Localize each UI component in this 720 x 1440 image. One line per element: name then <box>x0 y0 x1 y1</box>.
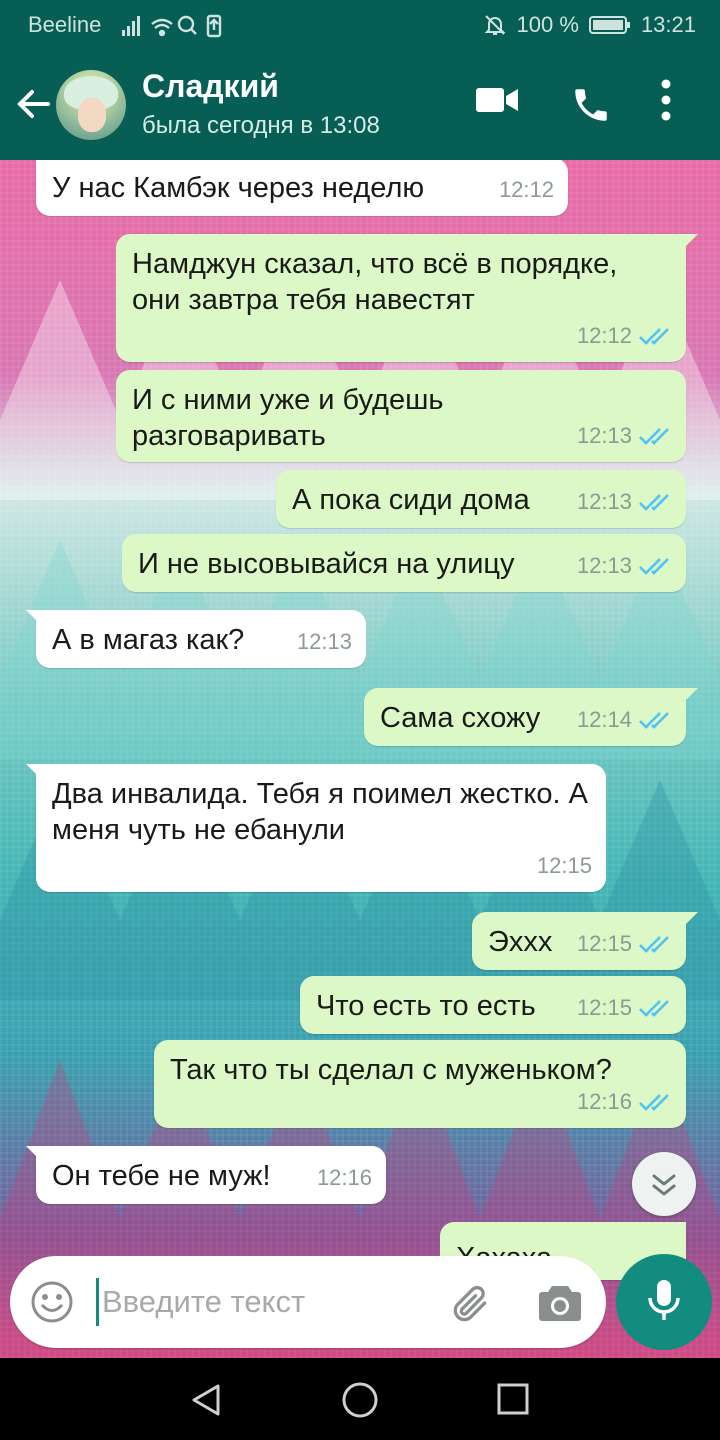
message-composer <box>10 1256 606 1348</box>
clock: 13:21 <box>640 12 696 37</box>
message-input[interactable] <box>102 1276 432 1328</box>
contact-name[interactable]: Сладкий <box>142 68 279 105</box>
carrier-name: Beeline <box>28 12 102 37</box>
double-check-icon <box>639 1000 669 1017</box>
message-time: 12:14 <box>576 707 632 732</box>
message-outgoing[interactable]: И не высовывайся на улицу 12:13 <box>122 534 686 592</box>
message-text: Эххх <box>488 926 553 958</box>
message-text: Намджун сказал, что всё в порядке, они з… <box>132 248 618 316</box>
message-text: И с ними уже и будешь разговаривать <box>132 384 444 452</box>
message-time: 12:15 <box>536 853 592 878</box>
message-text: Сама схожу <box>380 702 541 734</box>
smiley-icon <box>31 1281 73 1323</box>
message-time: 12:12 <box>498 177 554 202</box>
message-text: Так что ты сделал с муженьком? <box>170 1054 612 1086</box>
double-check-icon <box>639 1094 669 1111</box>
message-incoming[interactable]: У нас Камбэк через неделю 12:12 <box>36 160 568 216</box>
double-check-icon <box>639 328 669 345</box>
network-icons <box>122 14 232 38</box>
message-time: 12:16 <box>316 1165 372 1190</box>
double-check-icon <box>639 494 669 511</box>
nav-home-button[interactable] <box>340 1380 380 1425</box>
double-check-icon <box>639 558 669 575</box>
voice-call-button[interactable] <box>570 84 612 131</box>
message-incoming[interactable]: Он тебе не муж! 12:16 <box>26 1146 386 1204</box>
square-recents-icon <box>497 1383 529 1415</box>
message-text: А пока сиди дома <box>292 484 530 516</box>
battery-percent: 100 % <box>516 12 579 37</box>
contact-avatar[interactable] <box>56 70 126 140</box>
double-check-icon <box>639 936 669 953</box>
message-outgoing[interactable]: Что есть то есть 12:15 <box>300 976 686 1034</box>
system-navigation-bar <box>0 1358 720 1440</box>
message-outgoing[interactable]: И с ними уже и будешь разговаривать 12:1… <box>116 370 686 462</box>
status-bar: Beeline 100 % 13:21 <box>0 0 720 48</box>
message-time: 12:13 <box>576 489 632 514</box>
battery-icon <box>588 14 631 36</box>
back-arrow-icon <box>17 90 50 118</box>
camera-button[interactable] <box>538 1284 582 1327</box>
circle-home-icon <box>342 1382 378 1418</box>
nav-recents-button[interactable] <box>496 1382 530 1421</box>
voice-message-button[interactable] <box>616 1254 712 1350</box>
paperclip-icon <box>453 1285 487 1322</box>
message-incoming[interactable]: А в магаз как? 12:13 <box>26 610 366 668</box>
video-call-button[interactable] <box>474 84 520 121</box>
message-time: 12:13 <box>576 553 632 578</box>
double-check-icon <box>639 712 669 729</box>
message-text: И не высовывайся на улицу <box>138 548 515 580</box>
nav-back-button[interactable] <box>188 1382 224 1423</box>
message-outgoing[interactable]: Так что ты сделал с муженьком? 12:16 <box>154 1040 686 1128</box>
double-check-icon <box>639 428 669 445</box>
message-outgoing[interactable]: Намджун сказал, что всё в порядке, они з… <box>116 234 698 362</box>
double-chevron-down-icon <box>652 1174 676 1196</box>
message-outgoing[interactable]: Эххх 12:15 <box>472 912 698 970</box>
overflow-menu-button[interactable] <box>660 78 672 127</box>
chat-area[interactable]: У нас Камбэк через неделю 12:12 Намджун … <box>0 160 720 1358</box>
video-camera-icon <box>476 88 518 112</box>
message-time: 12:16 <box>576 1089 632 1114</box>
message-text: Два инвалида. Тебя я поимел жестко. А ме… <box>52 778 589 846</box>
message-time: 12:13 <box>296 629 352 654</box>
message-time: 12:13 <box>576 423 632 448</box>
message-text: Он тебе не муж! <box>52 1160 271 1192</box>
microphone-icon <box>648 1280 680 1320</box>
message-outgoing[interactable]: Сама схожу 12:14 <box>364 688 698 746</box>
message-time: 12:12 <box>576 323 632 348</box>
message-incoming[interactable]: Два инвалида. Тебя я поимел жестко. А ме… <box>26 764 606 892</box>
back-button[interactable] <box>14 84 54 124</box>
more-vert-icon <box>661 79 671 121</box>
chat-header: Сладкий была сегодня в 13:08 <box>0 48 720 160</box>
triangle-back-icon <box>192 1384 220 1416</box>
message-time: 12:15 <box>576 931 632 956</box>
last-seen-status: была сегодня в 13:08 <box>142 112 380 139</box>
message-text: У нас Камбэк через неделю <box>52 172 425 204</box>
message-time: 12:15 <box>576 995 632 1020</box>
message-text: А в магаз как? <box>52 624 245 656</box>
emoji-button[interactable] <box>30 1280 74 1329</box>
message-outgoing[interactable]: А пока сиди дома 12:13 <box>276 470 686 528</box>
text-cursor <box>96 1278 99 1326</box>
scroll-to-bottom-button[interactable] <box>632 1152 696 1216</box>
camera-icon <box>539 1286 581 1321</box>
attach-button[interactable] <box>448 1282 492 1331</box>
mute-icon <box>483 13 507 37</box>
phone-icon <box>575 89 607 121</box>
message-text: Что есть то есть <box>316 990 536 1022</box>
